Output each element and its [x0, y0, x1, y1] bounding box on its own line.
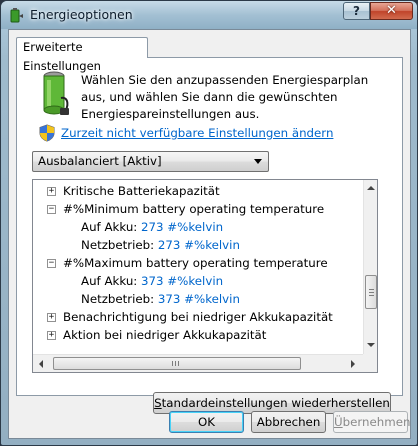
settings-tree-content: + Kritische Batteriekapazität − #%Minimu…: [33, 180, 363, 354]
setting-value[interactable]: 273 #%kelvin: [158, 238, 240, 252]
grip-line: [172, 361, 173, 366]
setting-value[interactable]: 373 #%kelvin: [158, 292, 240, 306]
intro-text: Wählen Sie den anzupassenden Energiespar…: [81, 73, 369, 121]
tree-node-label: Benachrichtigung bei niedriger Akkukapaz…: [63, 310, 333, 324]
scroll-right-icon[interactable]: [351, 360, 355, 368]
grip-line: [369, 295, 374, 296]
setting-value[interactable]: 373 #%kelvin: [141, 274, 223, 288]
setting-label: Netzbetrieb:: [81, 238, 155, 252]
close-button[interactable]: ✕: [370, 2, 413, 20]
setting-label: Netzbetrieb:: [81, 292, 155, 306]
scrollbar-corner: [363, 354, 377, 372]
settings-tree[interactable]: + Kritische Batteriekapazität − #%Minimu…: [32, 179, 378, 373]
cancel-button[interactable]: Abbrechen: [251, 411, 326, 433]
dialog-client-area: Erweiterte Einstellungen Wählen Sie den …: [8, 29, 411, 439]
energy-options-window: Energieoptionen ? ✕ Erweiterte Einstellu…: [0, 0, 418, 446]
tree-leaf-max-temp-battery[interactable]: Auf Akku: 373 #%kelvin: [81, 272, 223, 290]
advanced-settings-panel: Wählen Sie den anzupassenden Energiespar…: [16, 57, 403, 414]
grip-line: [369, 292, 374, 293]
button-label: bernehmen: [342, 415, 411, 429]
chevron-down-icon[interactable]: [254, 159, 262, 164]
expand-icon[interactable]: +: [47, 187, 56, 196]
tree-leaf-min-temp-battery[interactable]: Auf Akku: 273 #%kelvin: [81, 218, 223, 236]
uac-shield-icon: [39, 124, 55, 142]
expand-icon[interactable]: +: [47, 331, 56, 340]
collapse-icon[interactable]: −: [47, 259, 56, 268]
mnemonic-letter: Ü: [334, 415, 343, 429]
tree-node-label: Aktion bei niedriger Akkukapazität: [63, 328, 267, 342]
scroll-up-icon[interactable]: [367, 186, 375, 190]
setting-label: Auf Akku:: [81, 220, 138, 234]
title-bar[interactable]: Energieoptionen ? ✕: [1, 1, 417, 29]
vertical-scroll-thumb[interactable]: [365, 275, 377, 309]
power-plan-select-value: Ausbalanciert [Aktiv]: [38, 154, 162, 168]
window-title: Energieoptionen: [30, 7, 133, 22]
collapse-icon[interactable]: −: [47, 205, 56, 214]
vertical-scrollbar[interactable]: [363, 180, 377, 354]
tree-node-label: Kritische Batteriekapazität: [63, 184, 220, 198]
tree-node-label: #%Minimum battery operating temperature: [63, 202, 325, 216]
tree-leaf-min-temp-ac[interactable]: Netzbetrieb: 273 #%kelvin: [81, 236, 240, 254]
scroll-left-icon[interactable]: [39, 360, 43, 368]
mnemonic-letter: S: [154, 396, 162, 410]
tab-advanced-settings[interactable]: Erweiterte Einstellungen: [16, 37, 148, 73]
change-unavailable-settings-link[interactable]: Zurzeit nicht verfügbare Einstellungen ä…: [61, 126, 333, 140]
setting-value[interactable]: 273 #%kelvin: [141, 220, 223, 234]
tree-leaf-max-temp-ac[interactable]: Netzbetrieb: 373 #%kelvin: [81, 290, 240, 308]
help-button[interactable]: ?: [343, 2, 370, 20]
horizontal-scroll-thumb[interactable]: [53, 357, 301, 370]
setting-label: Auf Akku:: [81, 274, 138, 288]
apply-button: Übernehmen: [333, 411, 411, 433]
grip-line: [369, 289, 374, 290]
ok-button[interactable]: OK: [169, 411, 244, 433]
tree-node-label: #%Maximum battery operating temperature: [63, 256, 328, 270]
button-label: tandardeinstellungen wiederherstellen: [161, 396, 390, 410]
power-options-icon: [10, 8, 23, 23]
horizontal-scrollbar[interactable]: [33, 354, 363, 372]
power-plan-select[interactable]: Ausbalanciert [Aktiv]: [32, 151, 269, 172]
grip-line: [178, 361, 179, 366]
expand-icon[interactable]: +: [47, 313, 56, 322]
scroll-down-icon[interactable]: [367, 343, 375, 347]
grip-line: [175, 361, 176, 366]
